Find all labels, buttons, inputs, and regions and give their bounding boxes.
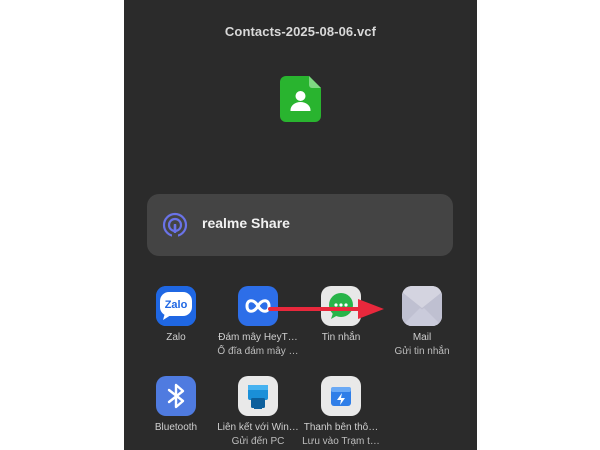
app-label: Liên kết với Win… bbox=[217, 422, 299, 433]
sidebar-station-icon bbox=[321, 376, 361, 416]
app-bluetooth[interactable]: Bluetooth bbox=[131, 376, 221, 434]
red-arrow-icon bbox=[268, 299, 384, 319]
realme-share-button[interactable]: realme Share bbox=[147, 194, 453, 256]
app-label: Thanh bên thô… bbox=[303, 422, 379, 433]
app-label: Tin nhắn bbox=[321, 332, 361, 343]
zalo-icon: Zalo bbox=[156, 286, 196, 326]
app-link-to-windows[interactable]: Liên kết với Win… Gửi đến PC bbox=[213, 376, 303, 448]
app-sublabel: Gửi tin nhắn bbox=[394, 346, 450, 357]
realme-share-icon bbox=[162, 212, 188, 238]
realme-share-label: realme Share bbox=[202, 215, 290, 231]
app-label: Đám mây HeyT… bbox=[218, 332, 298, 343]
svg-text:Zalo: Zalo bbox=[165, 299, 188, 311]
file-name: Contacts-2025-08-06.vcf bbox=[224, 24, 377, 39]
contact-file-icon bbox=[280, 76, 321, 122]
app-mail[interactable]: Mail Gửi tin nhắn bbox=[377, 286, 467, 358]
windows-link-icon bbox=[238, 376, 278, 416]
app-label: Zalo bbox=[166, 332, 186, 343]
app-label: Bluetooth bbox=[154, 422, 198, 433]
app-sidebar-station[interactable]: Thanh bên thô… Lưu vào Trạm t… bbox=[296, 376, 386, 448]
app-sublabel: Lưu vào Trạm t… bbox=[302, 436, 380, 447]
app-sublabel: Ổ đĩa đám mây … bbox=[217, 346, 299, 357]
app-sublabel: Gửi đến PC bbox=[231, 436, 285, 447]
share-sheet: Contacts-2025-08-06.vcf realme Share Zal… bbox=[124, 0, 477, 450]
app-label: Mail bbox=[412, 332, 432, 343]
app-zalo[interactable]: Zalo Zalo bbox=[131, 286, 221, 344]
mail-icon bbox=[402, 286, 442, 326]
bluetooth-icon bbox=[156, 376, 196, 416]
